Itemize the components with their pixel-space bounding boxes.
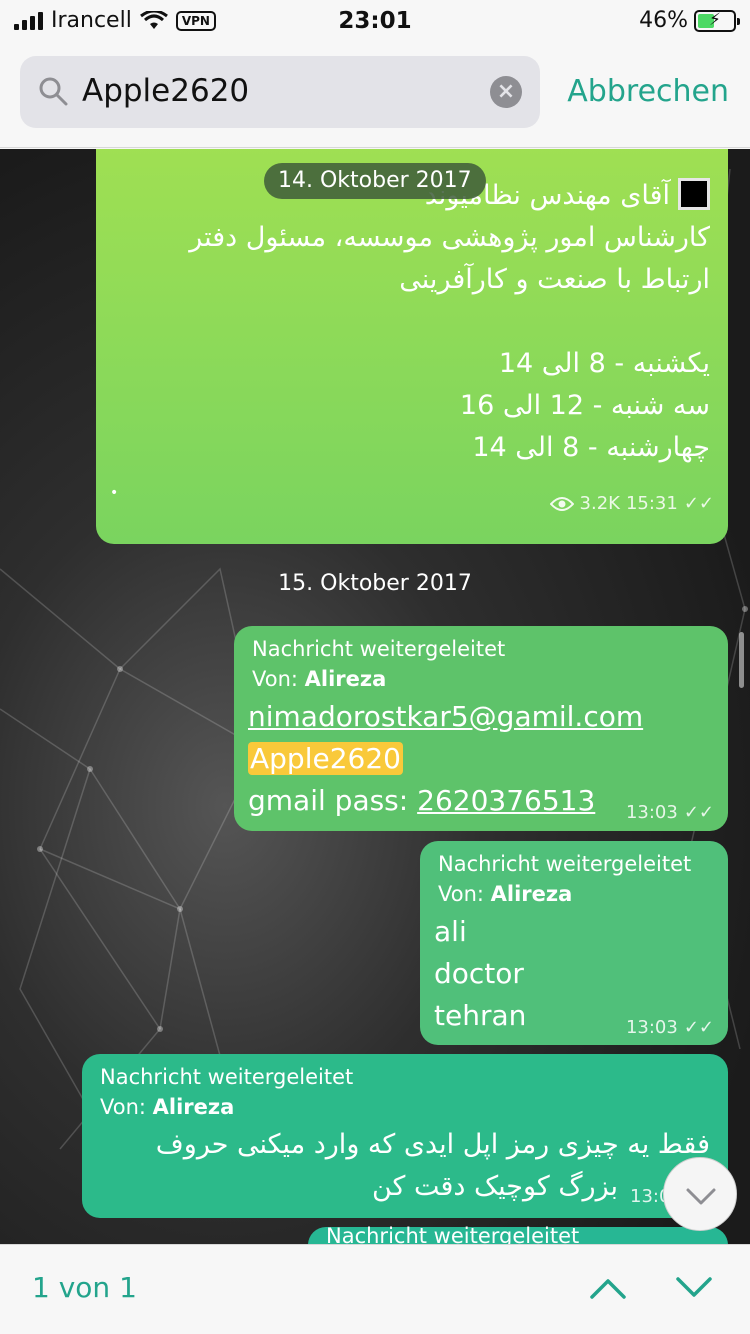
message-time: 13:03 [625, 1017, 678, 1038]
scroll-down-button[interactable] [663, 1157, 737, 1231]
chevron-down-icon [686, 1188, 716, 1205]
double-check-icon: ✓✓ [683, 493, 714, 514]
view-count: 3.2K [579, 493, 620, 514]
result-counter: 1 von 1 [32, 1271, 137, 1304]
message-time: 13:03 [625, 802, 678, 823]
message-text: فقط یه چیزی رمز اپل ایدی که وارد میکنی ح… [155, 1129, 710, 1160]
battery-percent: 46% [639, 8, 688, 33]
search-highlight: Apple2620 [248, 742, 403, 775]
search-icon [39, 77, 68, 106]
forwarded-label: Nachricht weitergeleitet [438, 852, 692, 876]
date-separator: 15. Oktober 2017 [278, 571, 472, 596]
message-meta: 3.2K 15:31 ✓✓ [549, 493, 714, 514]
password-line: gmail pass: 2620376513 [248, 784, 596, 817]
battery-icon: ⚡ [694, 9, 740, 32]
message-bubble[interactable]: Nachricht weitergeleitet Von: Alireza فق… [82, 1054, 728, 1218]
date-chip: 14. Oktober 2017 [264, 163, 486, 199]
forwarded-from: Von: Alireza [252, 667, 387, 691]
forwarded-header: Nachricht weitergeleitet Von: Alireza [438, 849, 691, 909]
search-navigation-bar: 1 von 1 [0, 1244, 750, 1334]
schedule-line: یکشنبه - 8 الی 14 [498, 348, 710, 379]
chevron-up-icon[interactable] [588, 1273, 628, 1303]
message-time: 15:31 [625, 493, 678, 514]
message-meta: 13:03 ✓✓ [626, 802, 714, 823]
email-link[interactable]: nimadorostkar5@gamil.com [248, 696, 643, 738]
search-header: × Abbrechen [0, 44, 750, 148]
forwarded-label: Nachricht weitergeleitet [100, 1065, 354, 1089]
message-bubble[interactable]: آقای مهندس نظامیوند کارشناس امور پژوهشی … [96, 149, 728, 544]
status-time: 23:01 [338, 8, 412, 34]
cancel-button[interactable]: Abbrechen [567, 74, 729, 109]
forwarded-from: Von: Alireza [100, 1095, 235, 1119]
message-body: nimadorostkar5@gamil.com Apple2620 gmail… [248, 696, 643, 822]
message-text: کارشناس امور پژوهشی موسسه، مسئول دفتر [189, 222, 710, 253]
chevron-down-icon[interactable] [674, 1273, 714, 1303]
message-meta: 13:03 ✓✓ [626, 1017, 714, 1038]
message-body: ali doctor tehran [434, 915, 527, 1032]
phone-link[interactable]: 2620376513 [417, 784, 595, 817]
double-check-icon: ✓✓ [683, 802, 714, 823]
schedule-line: سه شنبه - 12 الی 16 [459, 390, 710, 421]
forwarded-from: Von: Alireza [438, 882, 573, 906]
chat-area[interactable]: آقای مهندس نظامیوند کارشناس امور پژوهشی … [0, 149, 750, 1244]
search-bar[interactable]: × [20, 56, 540, 128]
search-input[interactable] [82, 69, 482, 113]
message-dot: • [110, 485, 119, 501]
clear-search-icon[interactable]: × [490, 76, 522, 108]
forwarded-header: Nachricht weitergeleitet Von: Alireza [100, 1062, 353, 1122]
message-bubble[interactable]: Nachricht weitergeleitet Von: Alireza al… [420, 841, 728, 1045]
forwarded-header: Nachricht weitergeleitet Von: Alireza [252, 634, 505, 694]
status-bar: Irancell VPN 23:01 46% ⚡ [0, 0, 750, 44]
forwarded-label: Nachricht weitergeleitet [326, 1224, 580, 1244]
forwarded-label: Nachricht weitergeleitet [252, 637, 506, 661]
message-text: ارتباط با صنعت و کارآفرینی [399, 264, 710, 295]
schedule-line: چهارشنبه - 8 الی 14 [472, 432, 710, 463]
scroll-indicator[interactable] [739, 632, 744, 688]
double-check-icon: ✓✓ [683, 1017, 714, 1038]
message-bubble[interactable]: Nachricht weitergeleitet Von: Alireza ni… [234, 626, 728, 831]
eye-icon [549, 496, 574, 511]
message-text: بزرگ کوچیک دقت کن [371, 1171, 618, 1202]
square-icon [678, 178, 710, 210]
status-right: 46% ⚡ [639, 8, 740, 33]
